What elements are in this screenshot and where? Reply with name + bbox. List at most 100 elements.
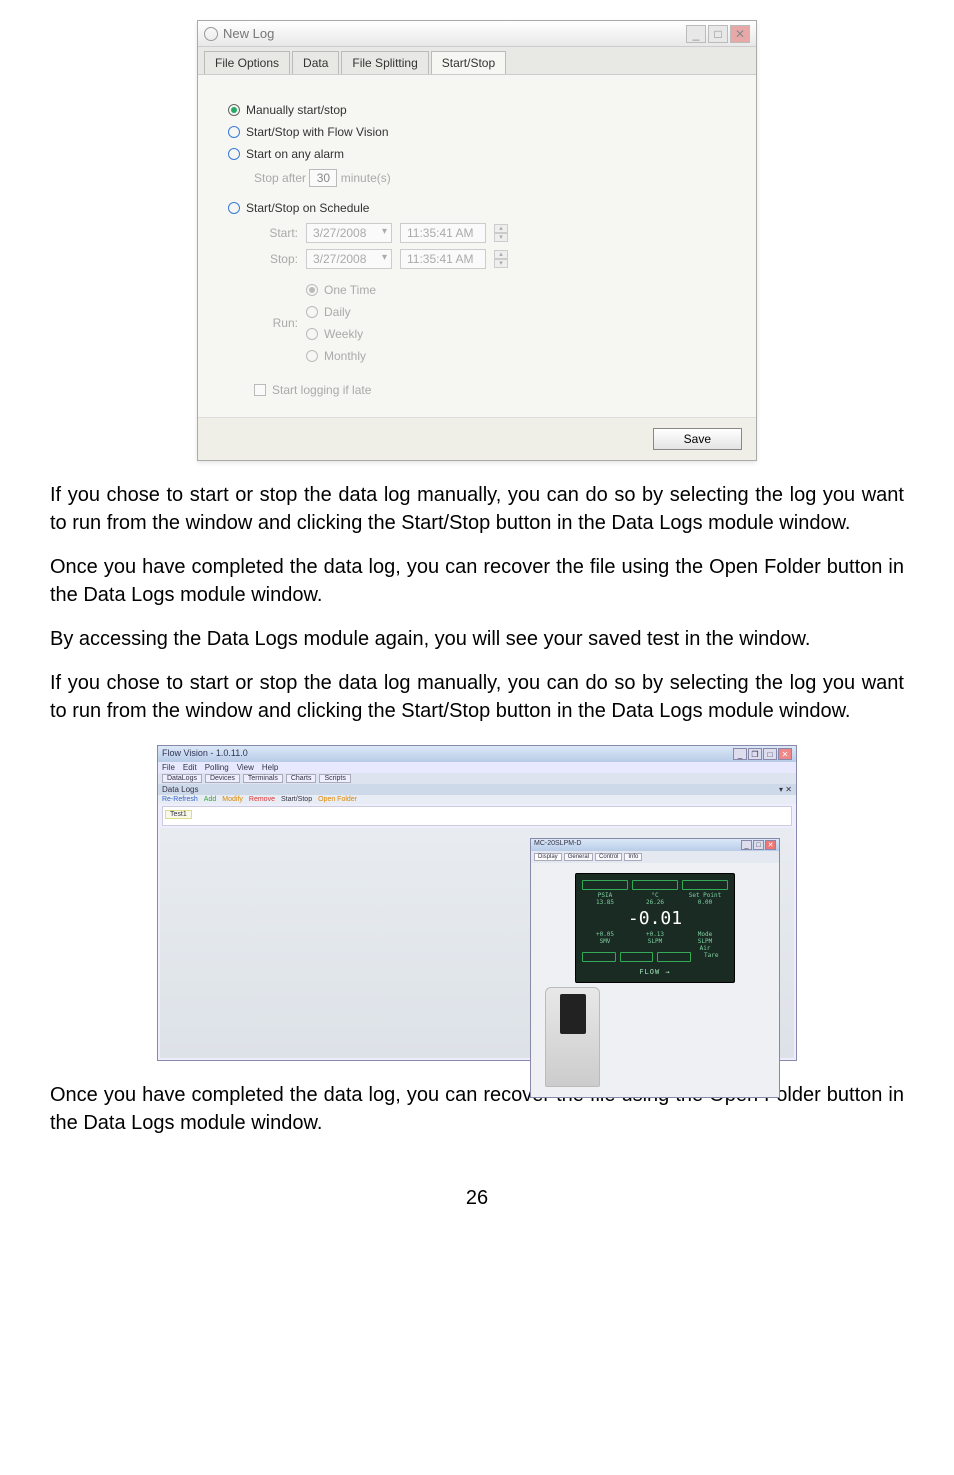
start-label: Start:	[254, 226, 298, 240]
device-window: MC-20SLPM-D _ □ ✕ Display General Contro…	[530, 838, 780, 1098]
app-icon	[204, 27, 218, 41]
flow-vision-figure: Flow Vision - 1.0.11.0 _ ❐ □ ✕ File Edit…	[50, 745, 904, 1061]
tab-start-stop[interactable]: Start/Stop	[431, 51, 506, 74]
fv-toolbar: Re-Refresh Add Modify Remove Start/Stop …	[158, 795, 796, 804]
flow-label: FLOW →	[582, 968, 728, 976]
radio-schedule[interactable]: Start/Stop on Schedule	[228, 201, 726, 215]
run-weekly[interactable]: Weekly	[306, 327, 376, 341]
radio-flow-vision[interactable]: Start/Stop with Flow Vision	[228, 125, 726, 139]
minimize-button[interactable]: _	[686, 25, 706, 43]
dev-close-button[interactable]: ✕	[765, 840, 776, 850]
tb-remove[interactable]: Remove	[249, 796, 275, 803]
device-tabstrip: Display General Control Info	[531, 851, 779, 863]
tab-file-splitting[interactable]: File Splitting	[341, 51, 428, 74]
radio-flow-vision-label: Start/Stop with Flow Vision	[246, 125, 389, 139]
toptab-scripts[interactable]: Scripts	[319, 774, 350, 783]
start-time-spinner[interactable]: ▴▾	[494, 224, 508, 242]
menu-file[interactable]: File	[162, 763, 175, 772]
tb-start-stop[interactable]: Start/Stop	[281, 796, 312, 803]
radio-manually[interactable]: Manually start/stop	[228, 103, 726, 117]
stop-date-dropdown[interactable]: 3/27/2008	[306, 249, 392, 269]
fv-titlebar: Flow Vision - 1.0.11.0 _ ❐ □ ✕	[158, 746, 796, 762]
run-daily[interactable]: Daily	[306, 305, 376, 319]
stop-after-prefix: Stop after	[254, 171, 306, 185]
page-number: 26	[50, 1187, 904, 1210]
psia-label: PSIA	[582, 892, 628, 899]
psia-value: 13.85	[582, 899, 628, 906]
menu-polling[interactable]: Polling	[205, 763, 229, 772]
toptab-devices[interactable]: Devices	[205, 774, 240, 783]
temp-label: °C	[632, 892, 678, 899]
stop-after-input[interactable]: 30	[309, 169, 337, 187]
device-image	[545, 987, 600, 1087]
dev-tab-info[interactable]: Info	[624, 853, 642, 861]
fv-title: Flow Vision - 1.0.11.0	[162, 748, 248, 760]
tab-strip: File Options Data File Splitting Start/S…	[198, 47, 756, 75]
stop-time-spinner[interactable]: ▴▾	[494, 250, 508, 268]
paragraph-2: Once you have completed the data log, yo…	[50, 553, 904, 609]
tb-open-folder[interactable]: Open Folder	[318, 796, 357, 803]
fv-section-controls[interactable]: ▾ ✕	[779, 785, 792, 794]
schedule-start-row: Start: 3/27/2008 11:35:41 AM ▴▾	[254, 223, 726, 243]
dev-tab-display[interactable]: Display	[534, 853, 562, 861]
temp-value: 26.26	[632, 899, 678, 906]
start-if-late-row[interactable]: Start logging if late	[254, 383, 726, 397]
toptab-datalogs[interactable]: DataLogs	[162, 774, 202, 783]
start-if-late-checkbox[interactable]	[254, 384, 266, 396]
radio-schedule-label: Start/Stop on Schedule	[246, 201, 369, 215]
tab-file-options[interactable]: File Options	[204, 51, 290, 74]
run-monthly[interactable]: Monthly	[306, 349, 376, 363]
tb-modify[interactable]: Modify	[222, 796, 243, 803]
radio-manually-label: Manually start/stop	[246, 103, 347, 117]
tb-add[interactable]: Add	[204, 796, 216, 803]
start-time-input[interactable]: 11:35:41 AM	[400, 223, 486, 243]
slpm-label: SLPM	[632, 938, 678, 945]
run-one-time[interactable]: One Time	[306, 283, 376, 297]
dialog-figure: New Log _ □ ✕ File Options Data File Spl…	[50, 20, 904, 461]
fv-minimize-button[interactable]: _	[733, 748, 747, 760]
menu-edit[interactable]: Edit	[183, 763, 197, 772]
tb-refresh[interactable]: Re-Refresh	[162, 796, 198, 803]
radio-on-alarm[interactable]: Start on any alarm	[228, 147, 726, 161]
device-display-panel: PSIA13.85 °C26.26 Set Point0.00 -0.01 +0…	[531, 863, 779, 1097]
device-screen: PSIA13.85 °C26.26 Set Point0.00 -0.01 +0…	[575, 873, 735, 983]
radio-on-alarm-label: Start on any alarm	[246, 147, 344, 161]
tab-content: Manually start/stop Start/Stop with Flow…	[198, 75, 756, 417]
fv-menubar: File Edit Polling View Help	[158, 762, 796, 773]
toptab-terminals[interactable]: Terminals	[243, 774, 283, 783]
dev-maximize-button[interactable]: □	[753, 840, 764, 850]
button-bar: Save	[198, 417, 756, 460]
device-main-value: -0.01	[582, 908, 728, 929]
dev-minimize-button[interactable]: _	[741, 840, 752, 850]
flow-vision-window: Flow Vision - 1.0.11.0 _ ❐ □ ✕ File Edit…	[157, 745, 797, 1061]
new-log-dialog: New Log _ □ ✕ File Options Data File Spl…	[197, 20, 757, 461]
close-button[interactable]: ✕	[730, 25, 750, 43]
tab-data[interactable]: Data	[292, 51, 339, 74]
setpoint-label: Set Point	[682, 892, 728, 899]
toptab-charts[interactable]: Charts	[286, 774, 317, 783]
dev-tab-control[interactable]: Control	[595, 853, 622, 861]
mode-label: Mode	[682, 931, 728, 938]
fv-close-button[interactable]: ✕	[778, 748, 792, 760]
menu-view[interactable]: View	[237, 763, 254, 772]
save-button[interactable]: Save	[653, 428, 742, 450]
list-item-test1[interactable]: Test1	[165, 810, 192, 819]
fv-canvas: MC-20SLPM-D _ □ ✕ Display General Contro…	[160, 828, 794, 1058]
fv-list: Test1	[162, 806, 792, 826]
fv-section-header: Data Logs ▾ ✕	[158, 784, 796, 795]
stop-after-row: Stop after 30 minute(s)	[254, 169, 726, 187]
fv-maximize-button[interactable]: □	[763, 748, 777, 760]
device-title: MC-20SLPM-D	[534, 840, 581, 850]
maximize-button[interactable]: □	[708, 25, 728, 43]
start-date-dropdown[interactable]: 3/27/2008	[306, 223, 392, 243]
tare-button[interactable]: Tare	[695, 952, 729, 964]
stop-time-input[interactable]: 11:35:41 AM	[400, 249, 486, 269]
start-if-late-label: Start logging if late	[272, 383, 371, 397]
gas-value: Air	[682, 945, 728, 952]
run-label: Run:	[254, 316, 298, 330]
dev-tab-general[interactable]: General	[564, 853, 593, 861]
titlebar: New Log _ □ ✕	[198, 21, 756, 47]
fv-restore-button[interactable]: ❐	[748, 748, 762, 760]
menu-help[interactable]: Help	[262, 763, 278, 772]
paragraph-3: By accessing the Data Logs module again,…	[50, 625, 904, 653]
